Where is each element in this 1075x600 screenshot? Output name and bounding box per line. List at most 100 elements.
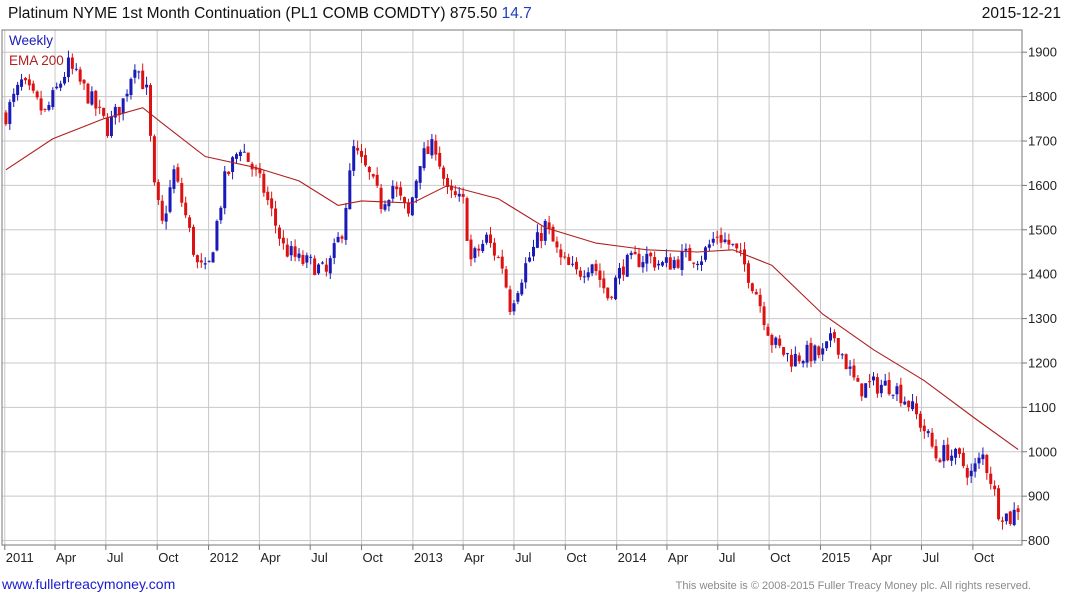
candle-body	[512, 303, 516, 312]
candle-body	[633, 251, 637, 255]
candle-body	[465, 198, 469, 241]
candle-body	[590, 264, 594, 274]
candle-body	[422, 148, 426, 169]
candle-body	[836, 337, 840, 355]
x-tick-label: Apr	[872, 550, 893, 565]
candle-body	[821, 348, 825, 355]
candle-body	[922, 425, 926, 432]
candle-body	[594, 263, 598, 272]
candle-body	[973, 463, 977, 472]
candle-body	[242, 151, 246, 153]
candle-body	[500, 256, 504, 269]
candle-body	[766, 326, 770, 336]
candle-body	[16, 84, 20, 95]
candle-body	[829, 333, 833, 341]
candle-body	[586, 272, 590, 278]
candle-body	[360, 150, 364, 157]
candlestick-series	[4, 50, 1020, 530]
candle-body	[614, 277, 618, 300]
candle-body	[641, 262, 645, 268]
candle-body	[551, 226, 555, 242]
candle-body	[164, 213, 168, 222]
candle-body	[692, 262, 696, 264]
candle-body	[461, 193, 465, 197]
candle-body	[696, 263, 700, 266]
candle-body	[277, 227, 281, 239]
candle-body	[332, 243, 336, 258]
candle-body	[55, 86, 59, 89]
candle-body	[989, 473, 993, 484]
candle-body	[688, 248, 692, 261]
y-tick-label: 1800	[1028, 89, 1057, 104]
y-tick-label: 1700	[1028, 133, 1057, 148]
x-tick-label: 2014	[618, 550, 647, 565]
candle-body	[1012, 509, 1016, 525]
candle-body	[309, 256, 313, 258]
candle-body	[715, 236, 719, 238]
candle-body	[195, 255, 199, 263]
candle-body	[98, 106, 102, 108]
candle-body	[657, 263, 661, 266]
candle-body	[574, 261, 578, 270]
chart-legend: Weekly EMA 200	[9, 33, 64, 68]
candle-body	[739, 250, 743, 252]
candle-body	[911, 401, 915, 410]
candle-body	[152, 136, 156, 183]
candle-body	[1016, 508, 1020, 513]
candle-body	[746, 263, 750, 283]
y-tick-label: 1200	[1028, 355, 1057, 370]
candle-body	[883, 380, 887, 386]
candle-body	[320, 262, 324, 264]
candle-body	[168, 187, 172, 212]
candle-body	[227, 171, 231, 175]
candle-body	[211, 252, 215, 263]
candle-body	[938, 459, 942, 463]
candle-body	[711, 238, 715, 243]
candle-body	[219, 207, 223, 221]
candle-body	[457, 193, 461, 197]
candle-body	[563, 256, 567, 258]
candle-body	[434, 140, 438, 155]
candle-body	[606, 287, 610, 299]
candle-body	[238, 151, 242, 157]
x-tick-label: Apr	[668, 550, 689, 565]
candle-body	[336, 236, 340, 243]
candle-body	[78, 69, 82, 82]
candle-body	[301, 254, 305, 265]
candle-body	[184, 202, 188, 216]
candle-body	[305, 255, 309, 263]
x-tick-label: Apr	[464, 550, 485, 565]
candle-body	[719, 234, 723, 243]
x-tick-label: Jul	[311, 550, 328, 565]
candle-body	[786, 353, 790, 355]
candle-body	[578, 270, 582, 277]
candle-body	[1008, 511, 1012, 525]
candle-body	[782, 347, 786, 355]
candle-body	[1000, 520, 1004, 522]
candle-body	[610, 296, 614, 298]
candle-body	[571, 263, 575, 265]
candle-body	[234, 154, 238, 159]
candle-body	[246, 152, 250, 162]
candle-body	[520, 282, 524, 295]
candle-body	[543, 220, 547, 241]
candle-body	[379, 187, 383, 210]
candle-body	[832, 332, 836, 339]
candle-body	[496, 257, 500, 259]
candle-body	[453, 191, 457, 195]
candle-body	[868, 381, 872, 383]
candle-body	[31, 83, 35, 91]
y-tick-label: 1300	[1028, 311, 1057, 326]
candle-body	[102, 107, 106, 116]
candle-body	[758, 294, 762, 307]
candle-body	[805, 344, 809, 363]
candle-body	[809, 343, 813, 362]
candle-body	[367, 166, 371, 173]
candle-body	[813, 345, 817, 361]
candle-body	[125, 93, 129, 97]
candle-body	[43, 108, 47, 110]
x-tick-label: 2011	[6, 550, 34, 565]
candle-body	[997, 488, 1001, 520]
footer-url-link[interactable]: www.fullertreacymoney.com	[2, 576, 175, 592]
x-tick-label: Apr	[56, 550, 77, 565]
